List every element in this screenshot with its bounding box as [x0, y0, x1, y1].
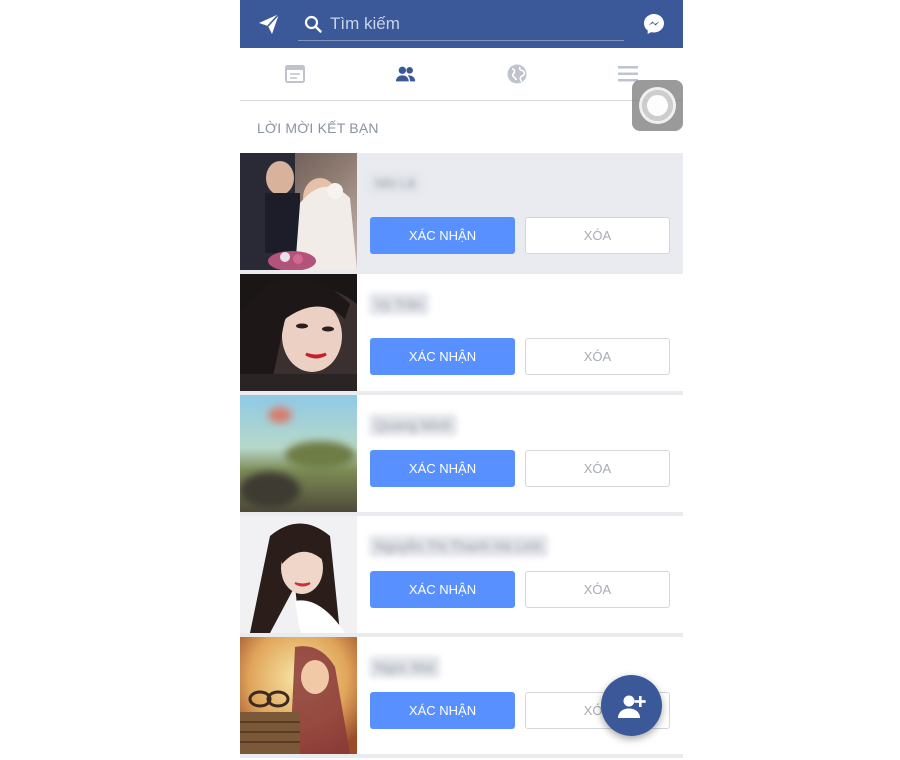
tab-bar — [240, 48, 683, 101]
row-divider — [240, 754, 683, 758]
friends-icon — [396, 66, 416, 82]
blurred-landscape-photo[interactable] — [240, 395, 357, 512]
delete-button[interactable]: XÓA — [525, 571, 670, 608]
globe-icon — [507, 64, 527, 84]
confirm-button[interactable]: XÁC NHẬN — [370, 217, 515, 254]
vintage-girl-photo[interactable] — [240, 637, 357, 754]
send-icon[interactable] — [257, 12, 281, 36]
delete-button[interactable]: XÓA — [525, 450, 670, 487]
search-bar[interactable] — [298, 8, 624, 41]
confirm-button[interactable]: XÁC NHẬN — [370, 571, 515, 608]
confirm-button[interactable]: XÁC NHẬN — [370, 450, 515, 487]
tab-notifications[interactable] — [462, 48, 573, 100]
add-friend-icon — [617, 695, 646, 718]
delete-button[interactable]: XÓA — [525, 217, 670, 254]
wedding-couple-photo[interactable] — [240, 153, 357, 270]
friend-request-row: Vy Trần XÁC NHẬN XÓA — [240, 274, 683, 395]
tab-friend-requests[interactable] — [351, 48, 462, 100]
delete-button[interactable]: XÓA — [525, 338, 670, 375]
news-feed-icon — [285, 65, 306, 83]
assistive-touch-dot — [647, 95, 668, 116]
tab-news-feed[interactable] — [240, 48, 351, 100]
top-bar — [240, 0, 683, 48]
facebook-app: LỜI MỜI KẾT BẠN Nhi Lê XÁC NHẬN XÓA — [240, 0, 683, 760]
friend-request-row: Quang Minh XÁC NHẬN XÓA — [240, 395, 683, 516]
search-input[interactable] — [328, 10, 622, 38]
messenger-icon[interactable] — [642, 12, 666, 36]
requester-name[interactable]: Ngọc Mai — [369, 656, 441, 678]
requester-name[interactable]: Vy Trần — [369, 293, 429, 315]
requester-name[interactable]: Nhi Lê — [369, 172, 422, 194]
friend-request-row: Nhi Lê XÁC NHẬN XÓA — [240, 153, 683, 274]
friend-request-row: Nguyễn Thị Thanh Hà Linh XÁC NHẬN XÓA — [240, 516, 683, 637]
add-friend-button[interactable] — [601, 675, 662, 736]
confirm-button[interactable]: XÁC NHẬN — [370, 338, 515, 375]
requester-name[interactable]: Nguyễn Thị Thanh Hà Linh — [369, 535, 548, 557]
long-hair-girl-photo[interactable] — [240, 516, 357, 633]
search-icon — [304, 15, 322, 33]
girl-portrait-photo[interactable] — [240, 274, 357, 391]
section-title: LỜI MỜI KẾT BẠN — [257, 120, 379, 136]
requester-name[interactable]: Quang Minh — [369, 414, 458, 436]
confirm-button[interactable]: XÁC NHẬN — [370, 692, 515, 729]
assistive-touch-button[interactable] — [632, 80, 683, 131]
